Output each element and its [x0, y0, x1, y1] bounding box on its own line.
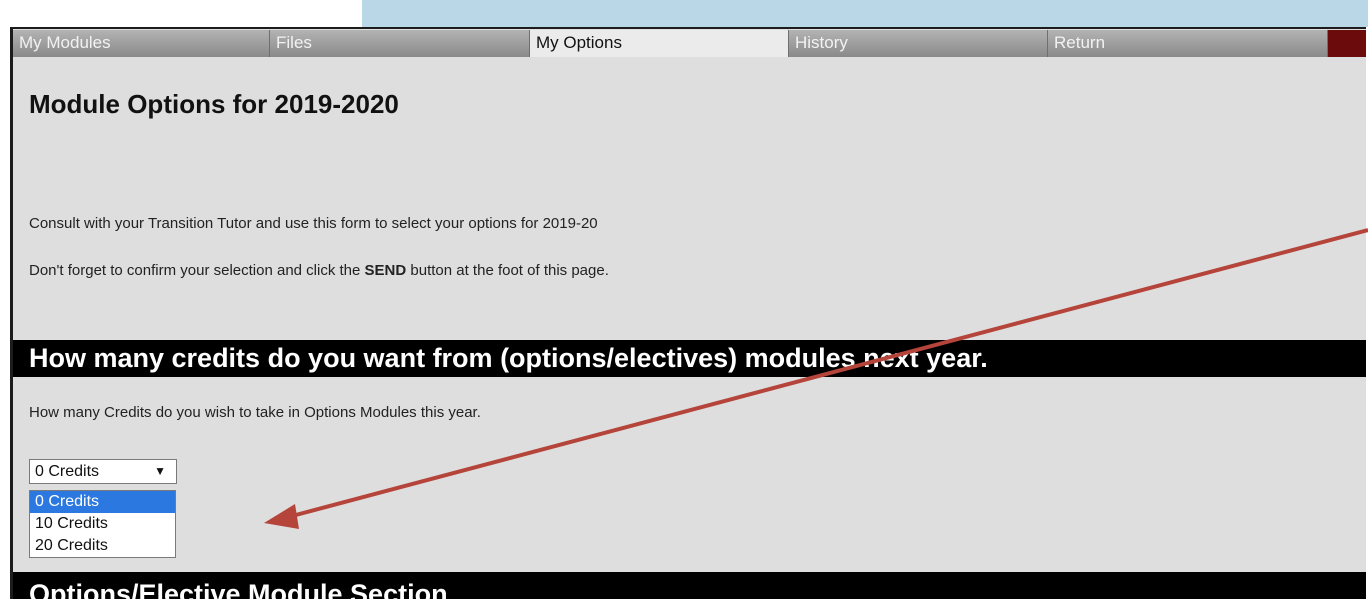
intro-text-line2: Don't forget to confirm your selection a… — [29, 262, 609, 279]
credits-section-heading: How many credits do you want from (optio… — [13, 340, 1366, 377]
tab-history[interactable]: History — [789, 30, 1048, 57]
credits-select-value: 0 Credits — [35, 463, 100, 480]
intro-text-line1: Consult with your Transition Tutor and u… — [29, 215, 598, 232]
tab-bar: My Modules Files My Options History Retu… — [13, 29, 1366, 58]
send-keyword: SEND — [364, 262, 407, 279]
tab-return[interactable]: Return — [1048, 30, 1328, 57]
top-accent-strip — [362, 0, 1368, 27]
dropdown-arrow-icon: ▼ — [154, 464, 166, 478]
tab-end-marker — [1328, 30, 1366, 57]
tab-files[interactable]: Files — [270, 30, 530, 57]
credits-dropdown-list: 0 Credits 10 Credits 20 Credits — [29, 490, 176, 558]
page-title: Module Options for 2019-2020 — [29, 89, 399, 119]
tab-my-modules[interactable]: My Modules — [13, 30, 270, 57]
options-page-frame: My Modules Files My Options History Retu… — [10, 27, 1366, 599]
intro-text-line2-end: button at the foot of this page. — [406, 262, 609, 279]
credits-option-10[interactable]: 10 Credits — [30, 513, 175, 535]
tab-my-options[interactable]: My Options — [530, 30, 789, 57]
credits-select[interactable]: 0 Credits ▼ — [29, 459, 177, 484]
credits-option-20[interactable]: 20 Credits — [30, 535, 175, 557]
credits-option-0[interactable]: 0 Credits — [30, 491, 175, 513]
credits-question: How many Credits do you wish to take in … — [29, 404, 481, 421]
elective-section-heading: Options/Elective Module Section — [13, 572, 1366, 599]
intro-text-line2-start: Don't forget to confirm your selection a… — [29, 262, 365, 279]
